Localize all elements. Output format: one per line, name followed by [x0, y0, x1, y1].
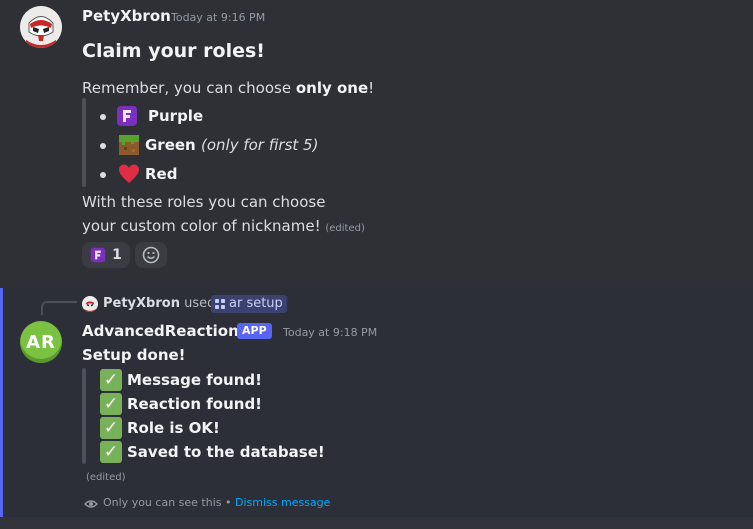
intro-text: Remember, you can choose [82, 79, 296, 97]
dismiss-message-link[interactable]: Dismiss message [235, 496, 330, 509]
petyxbron-small-avatar[interactable] [82, 296, 98, 312]
message-timestamp: Today at 9:16 PM [171, 11, 266, 24]
role-item-green: Green (only for first 5) [145, 136, 318, 154]
intro-bold: only one [295, 79, 369, 97]
checkmark-icon: ✓ [100, 369, 122, 391]
check-line-4: Saved to the database! [127, 443, 325, 461]
add-reaction-icon [142, 246, 160, 264]
add-reaction-button[interactable] [135, 242, 167, 268]
reaction-count: 1 [112, 247, 122, 263]
message-author[interactable]: PetyXbron [82, 7, 171, 25]
slash-command-chip[interactable]: ar setup [211, 295, 287, 313]
avatar-initials: AR [26, 331, 56, 353]
grass-block-icon [119, 135, 139, 155]
edited-label: (edited) [325, 223, 365, 234]
check-line-3: Role is OK! [127, 419, 220, 437]
message-1: PetyXbron Today at 9:16 PM Claim your ro… [0, 0, 753, 288]
command-name: ar setup [229, 296, 283, 311]
command-usage: PetyXbron used [103, 296, 215, 311]
checkmark-icon: ✓ [100, 393, 122, 415]
clone-trooper-icon [20, 6, 62, 48]
ephemeral-note: Only you can see this • Dismiss message [103, 496, 330, 509]
role-name: Green [145, 136, 196, 154]
eye-icon [84, 500, 98, 508]
highlight-bar [0, 288, 3, 517]
app-badge: APP [237, 323, 272, 339]
intro-suffix: ! [368, 79, 375, 97]
check-line-1: Message found! [127, 371, 262, 389]
checkmark-icon: ✓ [100, 441, 122, 463]
outro-line-1: With these roles you can choose [82, 193, 326, 211]
purple-role-icon [117, 106, 137, 126]
check-line-2: Reaction found! [127, 395, 263, 413]
role-item-purple: Purple [148, 107, 203, 125]
list-bullet [100, 172, 106, 178]
bot-author[interactable]: AdvancedReactions [82, 322, 248, 340]
red-heart-icon [119, 164, 139, 183]
only-you-text: Only you can see this [103, 496, 222, 509]
bot-timestamp: Today at 9:18 PM [283, 326, 378, 339]
advancedreactions-avatar[interactable]: AR [20, 321, 62, 363]
blockquote-bar [82, 368, 86, 464]
list-bullet [100, 143, 106, 149]
setup-title: Setup done! [82, 346, 186, 364]
intro-line: Remember, you can choose only one! [82, 79, 374, 97]
role-item-red: Red [145, 165, 177, 183]
purple-role-icon [90, 247, 106, 263]
command-user[interactable]: PetyXbron [103, 296, 180, 311]
reaction-purple[interactable]: 1 [82, 242, 130, 268]
checkmark-icon: ✓ [100, 417, 122, 439]
edited-label: (edited) [86, 472, 126, 483]
message-heading: Claim your roles! [82, 40, 265, 62]
list-bullet [100, 114, 106, 120]
petyxbron-avatar[interactable] [20, 6, 62, 48]
role-note: (only for first 5) [200, 136, 319, 154]
role-name: Purple [148, 107, 204, 125]
separator: • [225, 496, 232, 509]
outro-text: your custom color of nickname! [82, 217, 321, 235]
reply-connector [41, 301, 77, 315]
app-command-icon [215, 299, 225, 309]
outro-line-2: your custom color of nickname! (edited) [82, 217, 365, 235]
blockquote-bar [82, 98, 86, 187]
role-name: Red [145, 165, 178, 183]
clone-trooper-icon [82, 296, 98, 312]
